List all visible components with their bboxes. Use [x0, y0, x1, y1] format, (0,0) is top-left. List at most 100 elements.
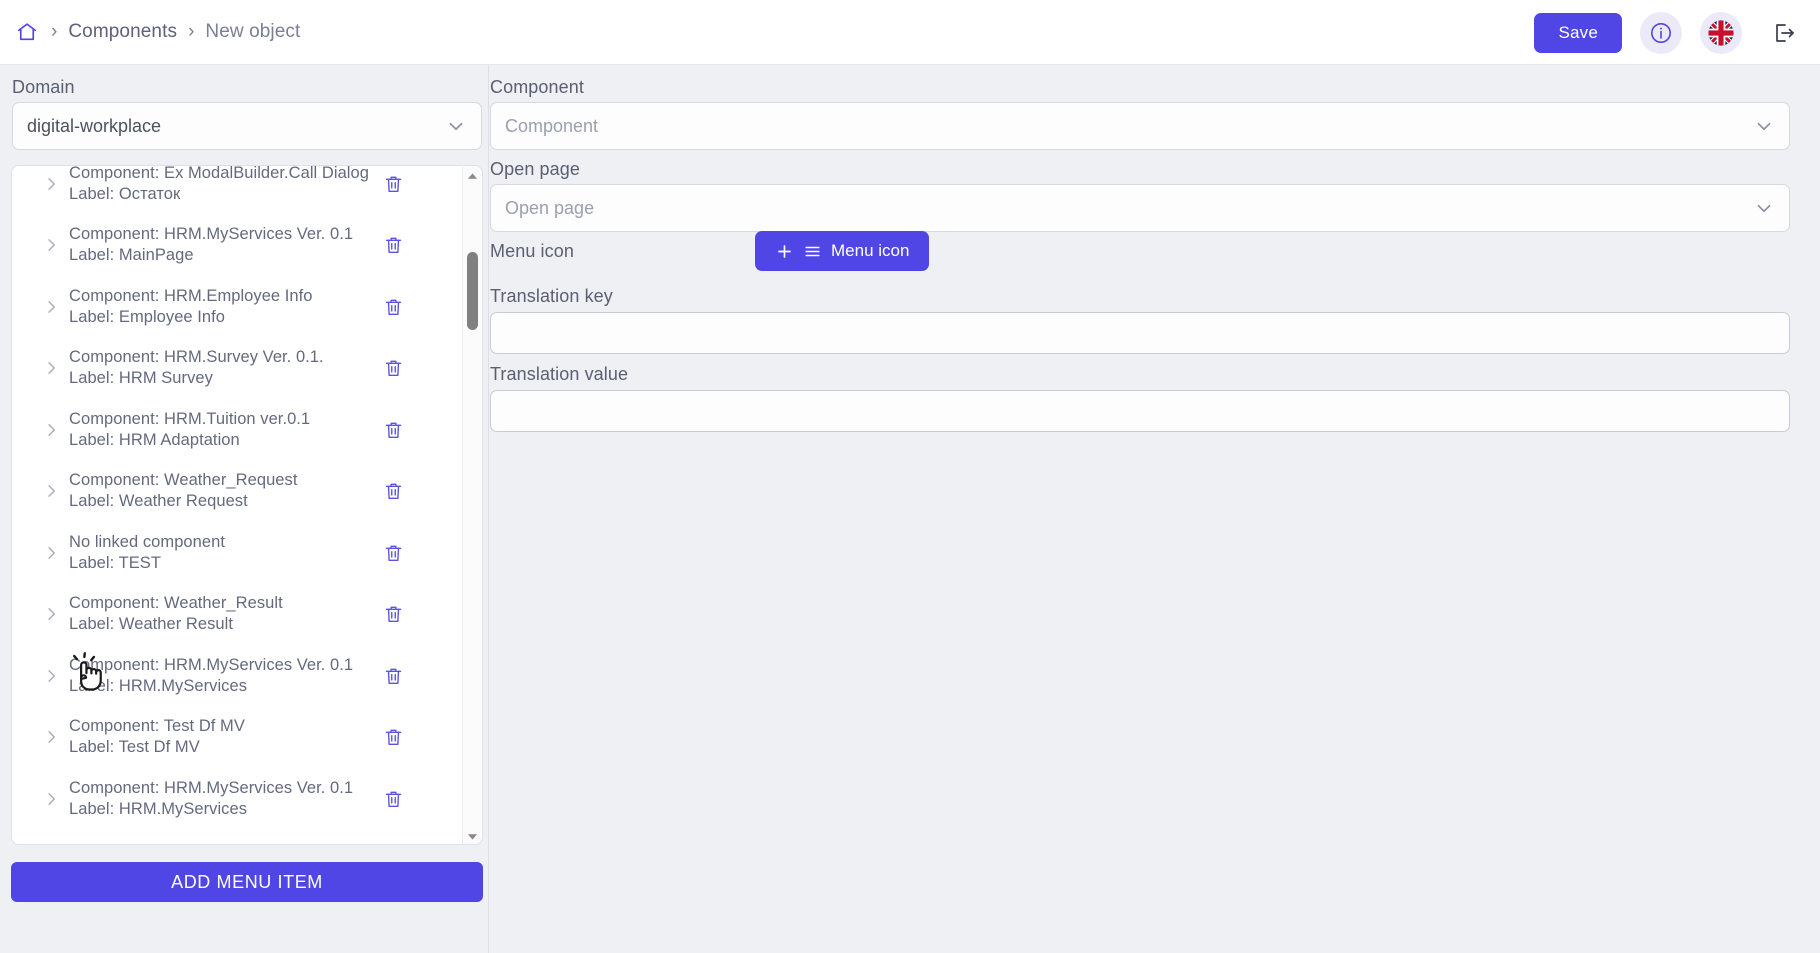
- list-item-text: Component: HRM.Survey Ver. 0.1. Label: HR…: [69, 347, 324, 389]
- menu-icon-button-label: Menu icon: [831, 241, 910, 260]
- list-item-label: Label: Weather Result: [69, 615, 234, 634]
- list-item-label: Label: MainPage: [69, 246, 194, 265]
- chevron-right-icon[interactable]: [42, 605, 61, 624]
- hamburger-menu-icon: [803, 242, 822, 261]
- list-item[interactable]: Component: HRM.MyServices Ver. 0.1 Label:…: [12, 215, 468, 277]
- home-icon[interactable]: [14, 19, 40, 45]
- chevron-right-icon[interactable]: [42, 482, 61, 501]
- translation-value-input[interactable]: [490, 390, 1790, 432]
- info-button[interactable]: [1640, 11, 1682, 54]
- delete-item-button[interactable]: [383, 481, 404, 502]
- scrollbar-thumb[interactable]: [467, 252, 478, 330]
- list-item-label: Label: Остаток: [69, 184, 181, 203]
- plus-icon: [775, 242, 794, 261]
- list-item-text: Component: HRM.Tuition ver.0.1 Label: HRM…: [69, 409, 310, 451]
- menu-items-list[interactable]: Component: Ex ModalBuilder.Call Dialog La…: [11, 165, 483, 845]
- delete-item-button[interactable]: [383, 665, 404, 686]
- info-icon: [1649, 21, 1673, 45]
- component-select[interactable]: Component: [490, 102, 1790, 150]
- chevron-right-icon[interactable]: [42, 297, 61, 316]
- list-item[interactable]: Component: HRM.MyServices Ver. 0.1 Label:…: [12, 645, 468, 707]
- list-item-component: Component: HRM.Tuition ver.0.1: [69, 409, 311, 428]
- open-page-label: Open page: [490, 159, 580, 179]
- translation-key-label: Translation key: [490, 286, 613, 306]
- delete-item-button[interactable]: [383, 235, 404, 256]
- add-menu-item-button[interactable]: ADD MENU ITEM: [11, 862, 483, 902]
- list-item-component: Component: HRM.Survey Ver. 0.1.: [69, 348, 324, 367]
- list-item-label: Label: Test Df MV: [69, 738, 200, 757]
- translation-value-label: Translation value: [490, 364, 629, 384]
- right-panel: Component Component Open page Open page …: [488, 65, 1820, 953]
- list-item-component: Component: HRM.MyServices Ver. 0.1: [69, 778, 354, 797]
- breadcrumb-item-new-object[interactable]: New object: [205, 21, 300, 43]
- breadcrumb: › Components › New object: [0, 19, 300, 45]
- open-page-select-placeholder: Open page: [505, 197, 595, 218]
- chevron-right-icon[interactable]: [42, 236, 61, 255]
- delete-item-button[interactable]: [383, 358, 404, 379]
- breadcrumb-separator-2: ›: [188, 21, 195, 42]
- chevron-right-icon[interactable]: [42, 543, 61, 562]
- list-item[interactable]: Component: Ex ModalBuilder.Call Dialog La…: [12, 166, 468, 215]
- list-scrollbar[interactable]: [462, 167, 482, 844]
- delete-item-button[interactable]: [383, 296, 404, 317]
- breadcrumb-separator-1: ›: [51, 21, 58, 42]
- list-item-label: Label: Employee Info: [69, 307, 226, 326]
- list-item-label: Label: HRM.MyServices: [69, 799, 248, 818]
- list-item-text: Component: Weather_Request Label: Weather…: [69, 470, 297, 512]
- list-item-component: Component: HRM.MyServices Ver. 0.1: [69, 655, 354, 674]
- list-item-label: Label: Weather Request: [69, 492, 248, 511]
- chevron-right-icon[interactable]: [42, 359, 61, 378]
- list-item[interactable]: Component: Weather_Request Label: Weather…: [12, 461, 468, 523]
- list-item-component: Component: HRM.MyServices Ver. 0.1: [69, 225, 354, 244]
- save-button[interactable]: Save: [1534, 12, 1622, 53]
- list-item[interactable]: Component: Test Df MV Label: Test Df MV: [12, 707, 468, 769]
- open-page-select[interactable]: Open page: [490, 184, 1790, 232]
- workspace: Domain digital-workplace Component: Ex M…: [0, 65, 1820, 953]
- list-item[interactable]: Component: HRM.Tuition ver.0.1 Label: HRM…: [12, 399, 468, 461]
- delete-item-button[interactable]: [383, 419, 404, 440]
- top-bar: › Components › New object Save: [0, 0, 1820, 65]
- translation-key-input[interactable]: [490, 312, 1790, 354]
- list-item-label: Label: HRM Adaptation: [69, 430, 240, 449]
- chevron-right-icon[interactable]: [42, 420, 61, 439]
- list-item[interactable]: Component: HRM.MyServices Ver. 0.1 Label:…: [12, 768, 468, 830]
- chevron-right-icon[interactable]: [42, 789, 61, 808]
- menu-icon-button[interactable]: Menu icon: [755, 231, 930, 271]
- language-button[interactable]: [1700, 11, 1742, 54]
- delete-item-button[interactable]: [383, 542, 404, 563]
- chevron-right-icon[interactable]: [42, 174, 61, 193]
- scroll-up-arrow[interactable]: [463, 167, 482, 184]
- list-item-text: Component: HRM.Employee Info Label: Emplo…: [69, 286, 313, 328]
- delete-item-button[interactable]: [383, 604, 404, 625]
- list-item[interactable]: Component: Weather_Result Label: Weather …: [12, 584, 468, 646]
- list-item-label: Label: HRM Survey: [69, 369, 213, 388]
- list-item-text: Component: Ex ModalBuilder.Call Dialog La…: [69, 166, 369, 205]
- list-item[interactable]: No linked component Label: TEST: [12, 522, 468, 584]
- logout-button[interactable]: [1766, 15, 1802, 51]
- list-item-text: Component: HRM.MyServices Ver. 0.1 Label:…: [69, 778, 353, 820]
- chevron-right-icon[interactable]: [42, 728, 61, 747]
- list-item[interactable]: Component: HRM.Survey Ver. 0.1. Label: HR…: [12, 338, 468, 400]
- list-item-label: Label: HRM.MyServices: [69, 676, 248, 695]
- scroll-down-arrow[interactable]: [463, 828, 482, 844]
- breadcrumb-item-components[interactable]: Components: [68, 21, 177, 43]
- list-item-component: Component: HRM.Employee Info: [69, 286, 313, 305]
- domain-select-value: digital-workplace: [27, 115, 162, 136]
- list-item-component: Component: Weather_Request: [69, 471, 298, 490]
- delete-item-button[interactable]: [383, 727, 404, 748]
- menu-items-list-inner: Component: Ex ModalBuilder.Call Dialog La…: [12, 166, 468, 830]
- domain-label: Domain: [12, 77, 75, 97]
- chevron-right-icon[interactable]: [42, 666, 61, 685]
- chevron-down-icon: [1753, 115, 1775, 137]
- delete-item-button[interactable]: [383, 788, 404, 809]
- list-item-text: No linked component Label: TEST: [69, 532, 225, 574]
- delete-item-button[interactable]: [383, 173, 404, 194]
- list-item-component: Component: Test Df MV: [69, 717, 245, 736]
- chevron-down-icon: [445, 115, 467, 137]
- list-item-text: Component: HRM.MyServices Ver. 0.1 Label:…: [69, 655, 353, 697]
- list-item[interactable]: Component: HRM.Employee Info Label: Emplo…: [12, 276, 468, 338]
- domain-select[interactable]: digital-workplace: [12, 102, 482, 150]
- component-label: Component: [490, 77, 584, 97]
- left-panel: Domain digital-workplace Component: Ex M…: [0, 65, 488, 953]
- list-item-label: Label: TEST: [69, 553, 161, 572]
